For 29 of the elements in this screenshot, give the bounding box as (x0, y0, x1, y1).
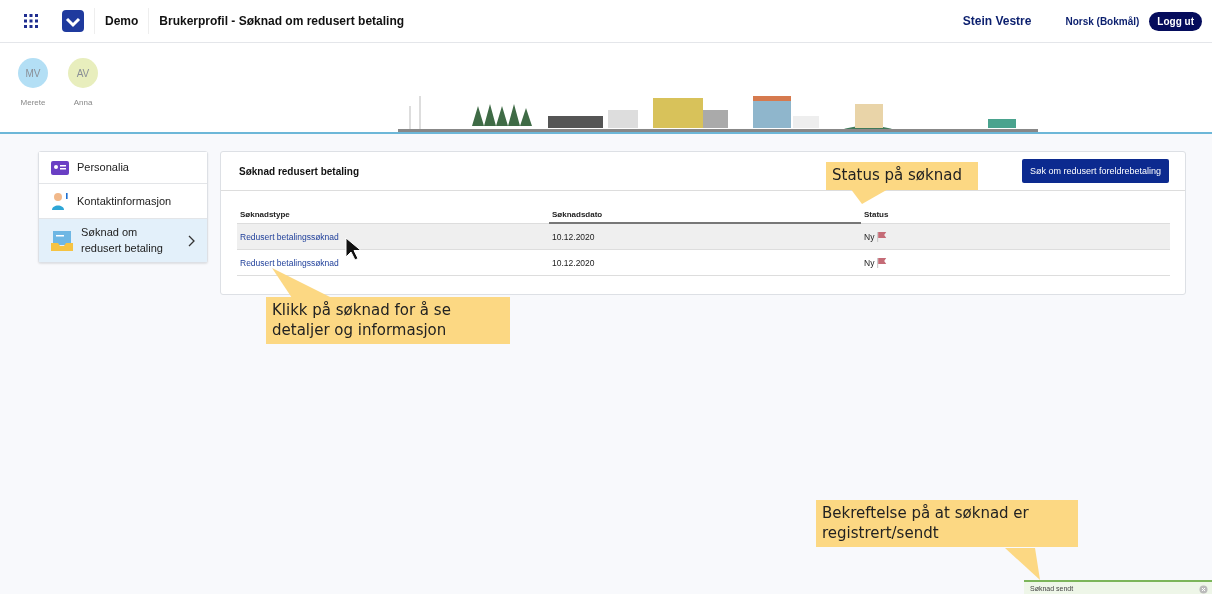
id-card-icon (51, 160, 69, 175)
app-grid-icon[interactable] (24, 14, 38, 28)
sidebar-item[interactable]: Kontaktinformasjon (39, 183, 207, 219)
callout-tail (272, 268, 332, 298)
flag-icon (877, 231, 888, 242)
member-name: Anna (73, 98, 93, 107)
member-name: Merete (20, 98, 46, 107)
card-title: Søknad redusert betaling (239, 165, 360, 177)
mouse-pointer-icon (345, 237, 361, 261)
status-cell: Ny (864, 231, 875, 242)
logout-button[interactable]: Logg ut (1149, 11, 1202, 31)
chevron-right-icon (188, 234, 195, 247)
person-info-icon (51, 192, 69, 211)
apply-button[interactable]: Søk om redusert foreldrebetaling (1021, 159, 1169, 183)
application-link[interactable]: Redusert betalingssøknad (240, 231, 339, 242)
sidebar-item[interactable]: Personalia (39, 152, 207, 184)
date-cell: 10.12.2020 (552, 257, 595, 268)
table-row[interactable]: Redusert betalingssøknad 10.12.2020 Ny (237, 224, 1170, 250)
user-name[interactable]: Stein Vestre (962, 14, 1032, 28)
flag-icon (877, 257, 888, 268)
date-cell: 10.12.2020 (552, 231, 595, 242)
language-selector[interactable]: Norsk (Bokmål) (1065, 15, 1140, 27)
app-name: Demo (104, 14, 140, 28)
logo-icon (62, 10, 84, 32)
status-cell: Ny (864, 257, 875, 268)
application-link[interactable]: Redusert betalingssøknad (240, 257, 339, 268)
page-title: Brukerprofil - Søknad om redusert betaling (158, 14, 406, 28)
sidebar-item[interactable]: Søknad om redusert betaling (39, 218, 207, 263)
inbox-tray-icon (51, 230, 73, 251)
